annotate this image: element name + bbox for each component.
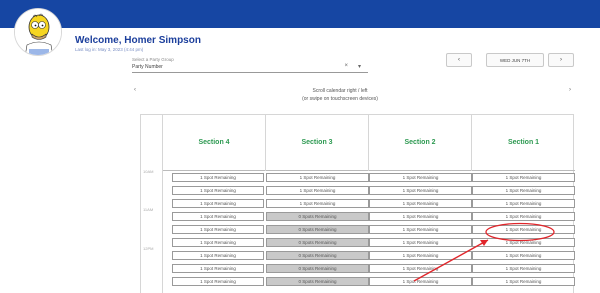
scroll-hint: Scroll calendar right / left (or swipe o… [240,87,440,103]
time-column: 10AM 11AM 12PM [141,115,163,293]
top-bar [0,0,600,28]
time-slot[interactable]: 1 Spot Remaining [369,212,472,221]
time-slot[interactable]: 1 Spot Remaining [172,199,264,208]
party-select-value: Party Number [132,64,163,70]
time-slot[interactable]: 1 Spot Remaining [369,251,472,260]
last-login-text: Last log in: May 3, 2023 (4:44 pm) [75,47,144,52]
time-slot[interactable]: 1 Spot Remaining [172,251,264,260]
scroll-hint-line1: Scroll calendar right / left [312,88,368,94]
chevron-down-icon[interactable]: ▾ [358,63,361,70]
previous-day-button[interactable]: ‹ [446,53,472,67]
time-slot[interactable]: 1 Spot Remaining [369,173,472,182]
time-slot[interactable]: 1 Spot Remaining [369,199,472,208]
time-slot[interactable]: 0 Spots Remaining [266,212,369,221]
welcome-title: Welcome, Homer Simpson [75,35,201,46]
time-slot[interactable]: 1 Spot Remaining [369,238,472,247]
time-slot[interactable]: 1 Spot Remaining [369,186,472,195]
chevron-left-icon: ‹ [458,57,460,63]
time-slot[interactable]: 1 Spot Remaining [266,186,369,195]
scroll-hint-line2: (or swipe on touchscreen devices) [302,96,378,102]
section-header: Section 2 [369,115,472,171]
time-slot[interactable]: 1 Spot Remaining [266,173,369,182]
time-slot[interactable]: 1 Spot Remaining [266,199,369,208]
section-header: Section 3 [266,115,369,171]
next-day-button[interactable]: › [548,53,574,67]
time-slot[interactable]: 0 Spots Remaining [266,251,369,260]
time-slot[interactable]: 1 Spot Remaining [172,277,264,286]
time-slot[interactable]: 0 Spots Remaining [266,238,369,247]
clear-icon[interactable]: × [344,63,348,69]
date-label: WED JUN 7TH [499,57,531,63]
time-slot[interactable]: 1 Spot Remaining [472,277,575,286]
time-label: 12PM [143,246,154,251]
time-slot[interactable]: 0 Spots Remaining [266,225,369,234]
time-slot[interactable]: 1 Spot Remaining [472,251,575,260]
time-slot[interactable]: 1 Spot Remaining [472,186,575,195]
homer-simpson-avatar-icon [15,9,61,55]
avatar[interactable] [14,8,62,56]
section-header-row: Section 4 Section 3 Section 2 Section 1 [163,115,575,171]
scroll-left-icon[interactable]: ‹ [134,87,136,93]
time-slot[interactable]: 1 Spot Remaining [472,212,575,221]
time-slot[interactable]: 1 Spot Remaining [472,264,575,273]
time-slot[interactable]: 0 Spots Remaining [266,277,369,286]
time-label: 10AM [143,169,154,174]
time-slot[interactable]: 1 Spot Remaining [472,173,575,182]
time-slot[interactable]: 1 Spot Remaining [172,212,264,221]
time-slot[interactable]: 1 Spot Remaining [172,173,264,182]
time-slot[interactable]: 1 Spot Remaining [369,225,472,234]
time-slot[interactable]: 1 Spot Remaining [369,277,472,286]
time-slot[interactable]: 1 Spot Remaining [472,225,575,234]
time-slot[interactable]: 0 Spots Remaining [266,264,369,273]
time-slot[interactable]: 1 Spot Remaining [172,264,264,273]
party-select-label: Select a Party Group [132,57,174,62]
time-slot[interactable]: 1 Spot Remaining [472,199,575,208]
time-slot[interactable]: 1 Spot Remaining [172,225,264,234]
time-label: 11AM [143,207,154,212]
time-slot[interactable]: 1 Spot Remaining [172,238,264,247]
date-button[interactable]: WED JUN 7TH [486,53,544,67]
time-slot[interactable]: 1 Spot Remaining [369,264,472,273]
scroll-right-icon[interactable]: › [569,87,571,93]
section-header: Section 4 [163,115,266,171]
time-slot[interactable]: 1 Spot Remaining [472,238,575,247]
chevron-right-icon: › [560,57,562,63]
schedule-table: 10AM 11AM 12PM Section 4 Section 3 Secti… [140,114,575,293]
section-header: Section 1 [507,139,540,146]
party-select[interactable]: Party Number × ▾ [132,63,368,73]
time-slot[interactable]: 1 Spot Remaining [172,186,264,195]
